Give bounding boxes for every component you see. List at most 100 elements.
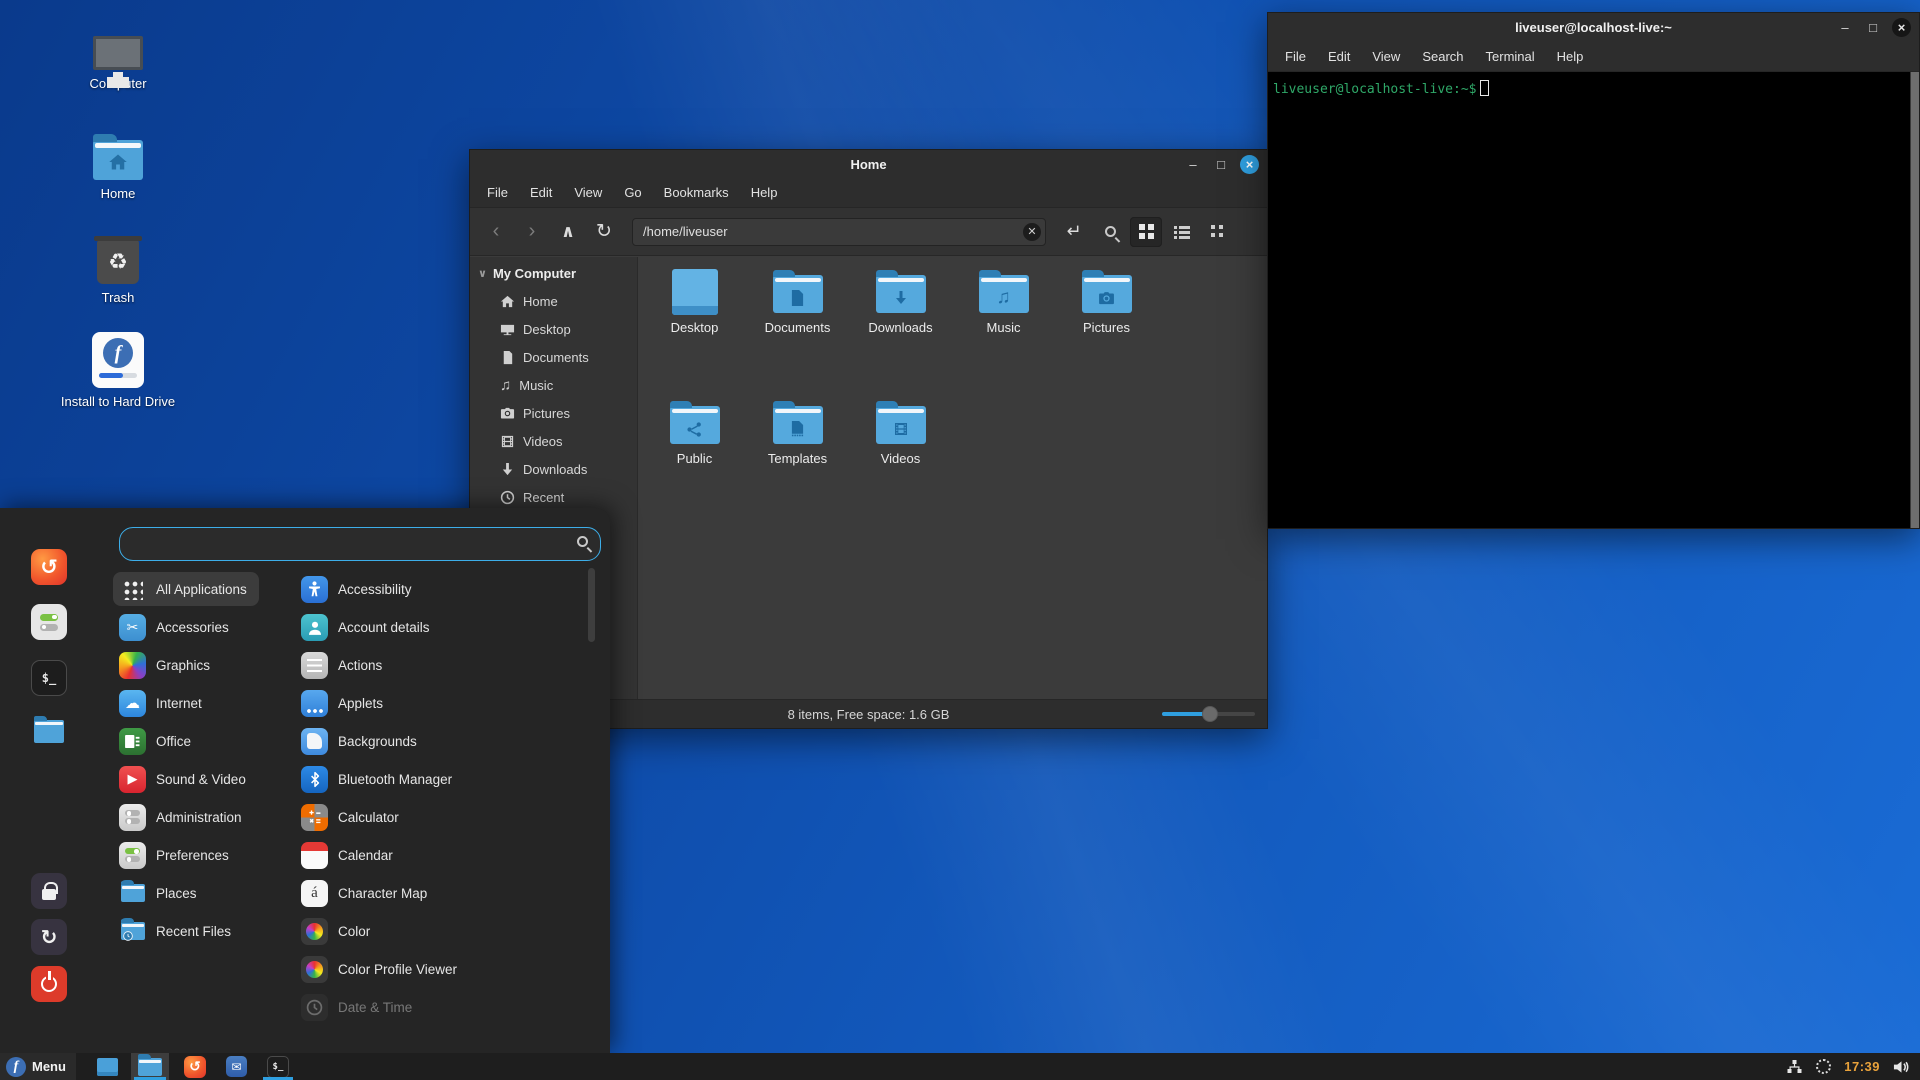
sidebar-item-desktop[interactable]: Desktop	[470, 315, 637, 343]
fm-titlebar[interactable]: Home – □ ×	[470, 150, 1267, 178]
folder-desktop[interactable]: Desktop	[643, 265, 746, 335]
sidebar-item-downloads[interactable]: Downloads	[470, 455, 637, 483]
desktop-pager[interactable]	[90, 1053, 125, 1080]
sidebar-item-documents[interactable]: Documents	[470, 343, 637, 371]
sidebar-group-my-computer[interactable]: ∨ My Computer	[470, 261, 637, 287]
app-actions[interactable]: Actions	[295, 648, 394, 682]
terminal-menu-terminal[interactable]: Terminal	[1477, 45, 1544, 68]
lock-screen-button[interactable]	[31, 873, 67, 909]
fm-menu-file[interactable]: File	[478, 181, 517, 204]
terminal-menu-file[interactable]: File	[1276, 45, 1315, 68]
menu-button[interactable]: f Menu	[0, 1053, 76, 1080]
category-sound-video[interactable]: ▶ Sound & Video	[113, 762, 258, 796]
category-graphics[interactable]: Graphics	[113, 648, 222, 682]
app-account-details[interactable]: Account details	[295, 610, 442, 644]
grid-view-icon[interactable]	[1130, 217, 1162, 247]
fm-menu-help[interactable]: Help	[742, 181, 787, 204]
category-accessories[interactable]: ✂ Accessories	[113, 610, 241, 644]
folder-documents[interactable]: Documents	[746, 265, 849, 335]
power-button[interactable]	[31, 966, 67, 1002]
desktop-icon-trash[interactable]: ♻ Trash	[58, 240, 178, 305]
sidebar-item-videos[interactable]: Videos	[470, 427, 637, 455]
terminal-titlebar[interactable]: liveuser@localhost-live:~ – □ ×	[1268, 13, 1919, 41]
app-accessibility[interactable]: Accessibility	[295, 572, 424, 606]
jump-icon[interactable]: ↵	[1058, 217, 1090, 247]
fm-menu-go[interactable]: Go	[615, 181, 650, 204]
network-nodes-icon[interactable]	[1786, 1059, 1803, 1075]
folder-music[interactable]: ♫ Music	[952, 265, 1055, 335]
app-calendar[interactable]: Calendar	[295, 838, 405, 872]
icon-size-slider[interactable]	[1162, 712, 1255, 716]
person-icon	[301, 576, 328, 603]
folder-pictures[interactable]: Pictures	[1055, 265, 1158, 335]
app-bluetooth-manager[interactable]: Bluetooth Manager	[295, 762, 464, 796]
sidebar-item-home[interactable]: Home	[470, 287, 637, 315]
app-color[interactable]: Color	[295, 914, 382, 948]
terminal-menu-search[interactable]: Search	[1413, 45, 1472, 68]
slider-knob[interactable]	[1202, 706, 1218, 722]
launcher-mail[interactable]: ✉	[219, 1053, 254, 1080]
desktop-icon-install[interactable]: f Install to Hard Drive	[58, 332, 178, 409]
favorite-terminal[interactable]: $_	[31, 660, 67, 696]
category-internet[interactable]: ☁ Internet	[113, 686, 214, 720]
maximize-button[interactable]: □	[1864, 18, 1882, 36]
fm-menu-view[interactable]: View	[565, 181, 611, 204]
sidebar-item-music[interactable]: ♫ Music	[470, 371, 637, 399]
busy-spinner-icon[interactable]	[1816, 1059, 1831, 1074]
fm-menu-bookmarks[interactable]: Bookmarks	[655, 181, 738, 204]
category-recent-files[interactable]: Recent Files	[113, 914, 243, 948]
search-icon[interactable]	[1094, 217, 1126, 247]
bluetooth-icon	[301, 766, 328, 793]
category-places[interactable]: Places	[113, 876, 209, 910]
task-file-manager[interactable]	[131, 1053, 169, 1080]
app-date-time[interactable]: Date & Time	[295, 990, 424, 1024]
folder-downloads[interactable]: Downloads	[849, 265, 952, 335]
folder-templates[interactable]: Templates	[746, 396, 849, 466]
category-office[interactable]: Office	[113, 724, 203, 758]
clear-path-icon[interactable]: ✕	[1023, 223, 1041, 241]
terminal-screen[interactable]: liveuser@localhost-live:~$	[1268, 72, 1919, 528]
favorite-file-manager[interactable]	[31, 713, 67, 749]
desktop-icon-computer[interactable]: Computer	[58, 36, 178, 91]
desktop-icon-home[interactable]: Home	[58, 140, 178, 201]
terminal-menu-edit[interactable]: Edit	[1319, 45, 1359, 68]
sidebar-item-recent[interactable]: Recent	[470, 483, 637, 511]
category-all-applications[interactable]: All Applications	[113, 572, 259, 606]
fm-menu-edit[interactable]: Edit	[521, 181, 561, 204]
up-icon[interactable]: ∧	[552, 217, 584, 247]
path-input[interactable]	[632, 218, 1046, 246]
close-button[interactable]: ×	[1240, 155, 1259, 174]
app-color-profile-viewer[interactable]: Color Profile Viewer	[295, 952, 469, 986]
list-view-icon[interactable]	[1166, 217, 1198, 247]
app-calculator[interactable]: Calculator	[295, 800, 411, 834]
minimize-button[interactable]: –	[1836, 18, 1854, 36]
minimize-button[interactable]: –	[1184, 155, 1202, 173]
terminal-menu-help[interactable]: Help	[1548, 45, 1593, 68]
close-button[interactable]: ×	[1892, 18, 1911, 37]
app-character-map[interactable]: á Character Map	[295, 876, 439, 910]
task-terminal[interactable]: $_	[260, 1053, 296, 1080]
favorite-settings[interactable]	[31, 604, 67, 640]
compact-view-icon[interactable]	[1202, 217, 1234, 247]
taskbar-clock[interactable]: 17:39	[1844, 1059, 1880, 1074]
menu-scrollbar[interactable]	[588, 568, 595, 642]
terminal-menu-view[interactable]: View	[1363, 45, 1409, 68]
category-administration[interactable]: Administration	[113, 800, 254, 834]
maximize-button[interactable]: □	[1212, 155, 1230, 173]
sidebar-item-pictures[interactable]: Pictures	[470, 399, 637, 427]
app-backgrounds[interactable]: Backgrounds	[295, 724, 429, 758]
status-text: 8 items, Free space: 1.6 GB	[788, 707, 950, 722]
volume-speaker-icon[interactable]	[1893, 1059, 1910, 1075]
terminal-scrollbar[interactable]	[1910, 72, 1919, 528]
forward-icon[interactable]: ›	[516, 217, 548, 247]
favorite-firefox[interactable]: ↺	[31, 549, 67, 585]
app-applets[interactable]: Applets	[295, 686, 395, 720]
search-input[interactable]	[120, 528, 600, 560]
logout-button[interactable]: ↻	[31, 919, 67, 955]
launcher-firefox[interactable]: ↺	[177, 1053, 213, 1080]
category-preferences[interactable]: Preferences	[113, 838, 241, 872]
back-icon[interactable]: ‹	[480, 217, 512, 247]
folder-videos[interactable]: Videos	[849, 396, 952, 466]
reload-icon[interactable]: ↻	[588, 217, 620, 247]
folder-public[interactable]: Public	[643, 396, 746, 466]
